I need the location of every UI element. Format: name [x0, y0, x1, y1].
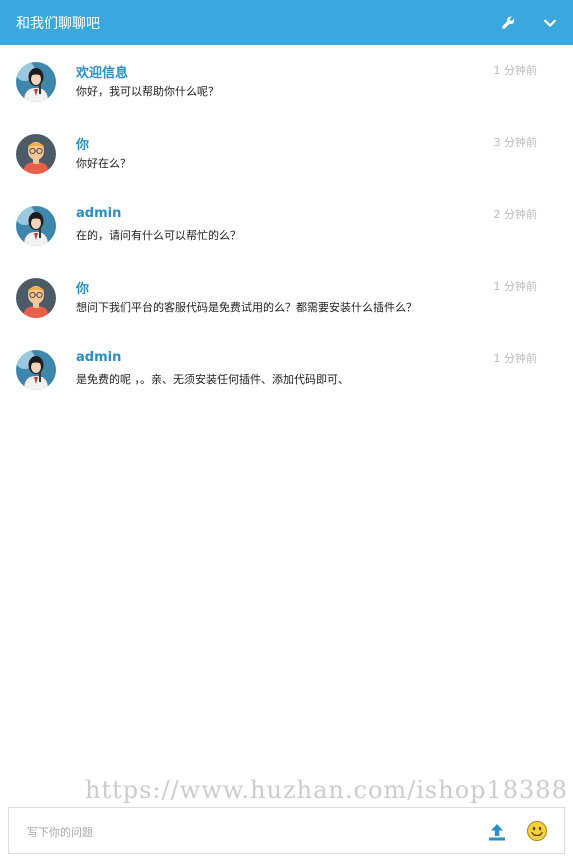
user-avatar: [16, 278, 56, 318]
chevron-down-icon[interactable]: [543, 16, 557, 30]
chat-title: 和我们聊聊吧: [16, 15, 100, 32]
message-time: 1 分钟前: [493, 64, 538, 77]
header-actions: [501, 0, 557, 45]
agent-avatar: [16, 350, 56, 390]
message-item: 欢迎信息 1 分钟前 你好，我可以帮助你什么呢？: [0, 62, 573, 122]
message-time: 2 分钟前: [493, 208, 538, 221]
message-text: 你好，我可以帮助你什么呢？: [76, 85, 219, 98]
sender-name: admin: [76, 206, 122, 221]
message-time: 1 分钟前: [493, 352, 538, 365]
message-item: 你 1 分钟前 想问下我们平台的客服代码是免费试用的么？都需要安装什么插件么？: [0, 278, 573, 338]
message-item: admin 1 分钟前 是免费的呢 ，。亲、无须安装任何插件、添加代码即可、: [0, 350, 573, 410]
message-time: 3 分钟前: [493, 136, 538, 149]
sender-name: 欢迎信息: [76, 66, 129, 81]
emoji-icon[interactable]: [526, 820, 548, 842]
upload-icon[interactable]: [486, 821, 508, 843]
message-composer: [8, 807, 565, 854]
message-item: admin 2 分钟前 在的，请问有什么可以帮忙的么？: [0, 206, 573, 266]
sender-name: admin: [76, 350, 122, 365]
wrench-icon[interactable]: [501, 16, 515, 30]
message-input[interactable]: [25, 821, 469, 843]
sender-name: 你: [76, 138, 90, 153]
agent-avatar: [16, 206, 56, 246]
message-text: 是免费的呢 ，。亲、无须安装任何插件、添加代码即可、: [76, 373, 349, 386]
message-text: 你好在么？: [76, 157, 131, 170]
chat-header: 和我们聊聊吧: [0, 0, 573, 45]
message-time: 1 分钟前: [493, 280, 538, 293]
message-text: 想问下我们平台的客服代码是免费试用的么？都需要安装什么插件么？: [76, 301, 417, 314]
sender-name: 你: [76, 282, 90, 297]
user-avatar: [16, 134, 56, 174]
message-item: 你 3 分钟前 你好在么？: [0, 134, 573, 194]
agent-avatar: [16, 62, 56, 102]
watermark-text: https://www.huzhan.com/ishop18388: [85, 776, 568, 804]
message-text: 在的，请问有什么可以帮忙的么？: [76, 229, 241, 242]
